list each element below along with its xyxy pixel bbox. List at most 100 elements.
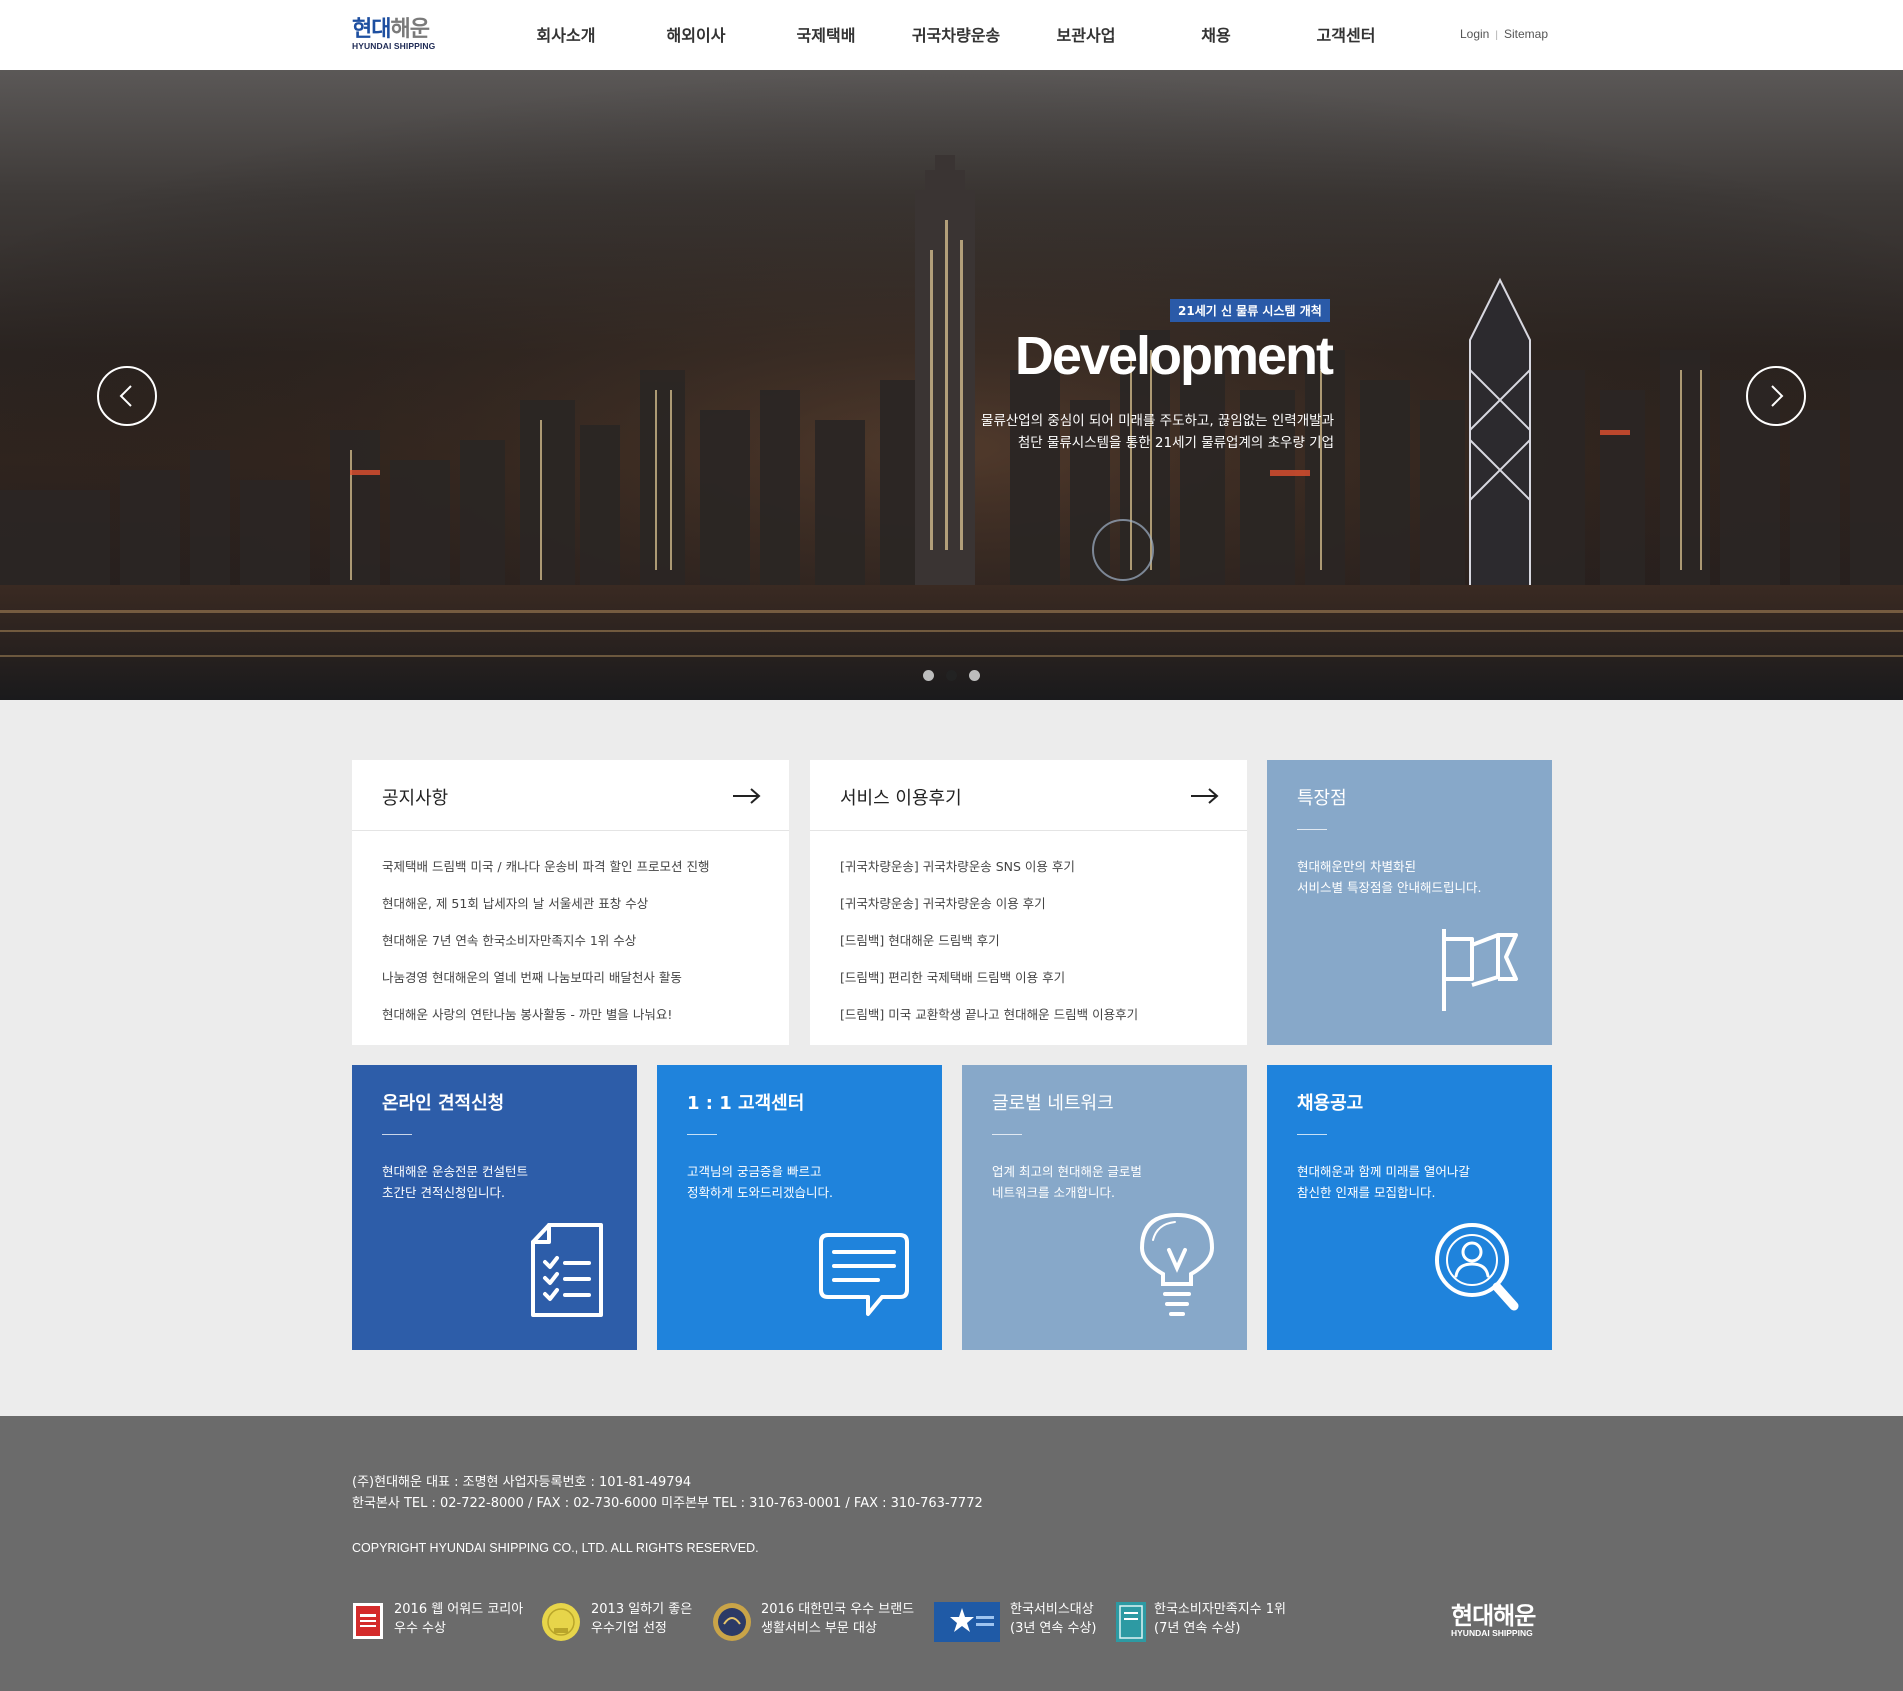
hero-title: Development <box>1014 326 1334 386</box>
company-info-line-2: 한국본사 TEL : 02-722-8000 / FAX : 02-730-60… <box>352 1496 983 1511</box>
award-line-2: 우수기업 선정 <box>591 1621 667 1636</box>
award-line-1: 2016 대한민국 우수 브랜드 <box>761 1602 915 1617</box>
network-tile[interactable]: 글로벌 네트워크 업계 최고의 현대해운 글로벌 네트워크를 소개합니다. <box>962 1065 1247 1350</box>
consumer-satisfaction-badge-icon <box>1116 1602 1146 1642</box>
award-text: 2013 일하기 좋은 우수기업 선정 <box>591 1600 692 1638</box>
network-desc: 업계 최고의 현대해운 글로벌 네트워크를 소개합니다. <box>992 1161 1142 1203</box>
nav-item-recruit[interactable]: 채용 <box>1201 22 1230 46</box>
award-line-1: 2013 일하기 좋은 <box>591 1602 693 1617</box>
logo-text-1: 현대 <box>352 17 391 42</box>
notice-item[interactable]: 현대해운 사랑의 연탄나눔 봉사활동 - 까만 별을 나눠요! <box>382 1004 709 1041</box>
site-header: 현대해운 HYUNDAI SHIPPING 회사소개 해외이사 국제택배 귀국차… <box>0 0 1903 70</box>
login-link[interactable]: Login <box>1460 27 1489 41</box>
arrow-right-icon[interactable] <box>1191 788 1219 804</box>
estimate-desc-line-2: 초간단 견적신청입니다. <box>382 1185 505 1200</box>
award-line-2: (3년 연속 수상) <box>1010 1621 1097 1636</box>
network-title: 글로벌 네트워크 <box>992 1093 1114 1114</box>
feature-desc-line-2: 서비스별 특장점을 안내해드립니다. <box>1297 880 1482 895</box>
recruit-desc-line-2: 참신한 인재를 모집합니다. <box>1297 1185 1436 1200</box>
support-desc-line-2: 정확하게 도와드리겠습니다. <box>687 1185 833 1200</box>
notice-item[interactable]: 국제택배 드림백 미국 / 캐나다 운송비 파격 할인 프로모션 진행 <box>382 856 709 893</box>
next-slide-button[interactable] <box>1746 366 1806 426</box>
support-tile[interactable]: 1 : 1 고객센터 고객님의 궁금증을 빠르고 정확하게 도와드리겠습니다. <box>657 1065 942 1350</box>
review-item[interactable]: [귀국차량운송] 귀국차량운송 이용 후기 <box>840 893 1138 930</box>
slide-dot-3[interactable] <box>969 670 980 681</box>
recruit-tile[interactable]: 채용공고 현대해운과 함께 미래를 열어나갈 참신한 인재를 모집합니다. <box>1267 1065 1552 1350</box>
award-text: 한국소비자만족지수 1위 (7년 연속 수상) <box>1154 1600 1286 1638</box>
great-workplace-badge-icon <box>542 1603 580 1641</box>
sitemap-link[interactable]: Sitemap <box>1504 27 1548 41</box>
nav-item-overseas-moving[interactable]: 해외이사 <box>667 22 726 46</box>
tile-divider <box>992 1134 1022 1135</box>
logo-english: HYUNDAI SHIPPING <box>352 41 436 51</box>
feature-tile[interactable]: 특장점 현대해운만의 차별화된 서비스별 특장점을 안내해드립니다. <box>1267 760 1552 1045</box>
recruit-title: 채용공고 <box>1297 1093 1364 1114</box>
utility-links: Login | Sitemap <box>1460 27 1548 41</box>
footer-logo-text-2: 해운 <box>1493 1602 1536 1630</box>
tile-divider <box>382 1134 412 1135</box>
slide-dot-2[interactable] <box>946 670 957 681</box>
tile-divider <box>1297 829 1327 830</box>
arrow-right-icon[interactable] <box>733 788 761 804</box>
company-info: (주)현대해운 대표 : 조명현 사업자등록번호 : 101-81-49794 … <box>352 1472 983 1514</box>
board-divider <box>810 830 1247 831</box>
notice-item[interactable]: 현대해운 7년 연속 한국소비자만족지수 1위 수상 <box>382 930 709 967</box>
recruit-desc: 현대해운과 함께 미래를 열어나갈 참신한 인재를 모집합니다. <box>1297 1161 1470 1203</box>
review-item[interactable]: [드림백] 현대해운 드림백 후기 <box>840 930 1138 967</box>
korea-service-badge-icon <box>934 1602 1000 1642</box>
nav-item-customer-center[interactable]: 고객센터 <box>1317 22 1376 46</box>
company-info-line-1: (주)현대해운 대표 : 조명현 사업자등록번호 : 101-81-49794 <box>352 1475 692 1490</box>
nav-item-company[interactable]: 회사소개 <box>537 22 596 46</box>
support-title: 1 : 1 고객센터 <box>687 1093 805 1114</box>
award-line-2: 생활서비스 부문 대상 <box>761 1621 877 1636</box>
hero-desc-line-1: 물류산업의 중심이 되어 미래를 주도하고, 끊임없는 인력개발과 <box>981 413 1334 429</box>
document-checklist-icon <box>531 1223 603 1317</box>
prev-slide-button[interactable] <box>97 366 157 426</box>
hero-slider: 21세기 신 물류 시스템 개척 Development 물류산업의 중심이 되… <box>0 70 1903 700</box>
award-text: 한국서비스대상 (3년 연속 수상) <box>1010 1600 1096 1638</box>
chevron-left-icon <box>119 385 132 407</box>
network-desc-line-2: 네트워크를 소개합니다. <box>992 1185 1115 1200</box>
feature-desc: 현대해운만의 차별화된 서비스별 특장점을 안내해드립니다. <box>1297 856 1481 898</box>
footer-logo[interactable]: 현대해운 HYUNDAI SHIPPING <box>1451 1602 1536 1638</box>
award-line-1: 한국서비스대상 <box>1010 1602 1094 1617</box>
review-item[interactable]: [귀국차량운송] 귀국차량운송 SNS 이용 후기 <box>840 856 1138 893</box>
notice-item[interactable]: 현대해운, 제 51회 납세자의 날 서울세관 표창 수상 <box>382 893 709 930</box>
flag-icon <box>1442 929 1518 1011</box>
review-item[interactable]: [드림백] 미국 교환학생 끝나고 현대해운 드림백 이용후기 <box>840 1004 1138 1041</box>
city-skyline-background <box>0 70 1903 700</box>
estimate-desc-line-1: 현대해운 운송전문 컨설턴트 <box>382 1164 528 1179</box>
util-divider: | <box>1495 30 1498 41</box>
footer-logo-text: 현대해운 <box>1451 1602 1536 1630</box>
review-item[interactable]: [드림백] 편리한 국제택배 드림백 이용 후기 <box>840 967 1138 1004</box>
support-desc-line-1: 고객님의 궁금증을 빠르고 <box>687 1164 822 1179</box>
hero-description: 물류산업의 중심이 되어 미래를 주도하고, 끊임없는 인력개발과 첨단 물류시… <box>981 410 1334 454</box>
nav-item-intl-parcel[interactable]: 국제택배 <box>797 22 856 46</box>
chat-bubble-icon <box>819 1233 909 1316</box>
network-desc-line-1: 업계 최고의 현대해운 글로벌 <box>992 1164 1142 1179</box>
award-line-2: 우수 수상 <box>394 1621 446 1636</box>
notice-list: 국제택배 드림백 미국 / 캐나다 운송비 파격 할인 프로모션 진행 현대해운… <box>382 856 709 1041</box>
review-list: [귀국차량운송] 귀국차량운송 SNS 이용 후기 [귀국차량운송] 귀국차량운… <box>840 856 1138 1041</box>
site-footer: (주)현대해운 대표 : 조명현 사업자등록번호 : 101-81-49794 … <box>0 1416 1903 1691</box>
review-title: 서비스 이용후기 <box>840 788 962 809</box>
slide-dot-1[interactable] <box>923 670 934 681</box>
tile-divider <box>1297 1134 1327 1135</box>
estimate-desc: 현대해운 운송전문 컨설턴트 초간단 견적신청입니다. <box>382 1161 528 1203</box>
copyright: COPYRIGHT HYUNDAI SHIPPING CO., LTD. ALL… <box>352 1541 759 1555</box>
notice-board: 공지사항 국제택배 드림백 미국 / 캐나다 운송비 파격 할인 프로모션 진행… <box>352 760 789 1045</box>
estimate-title: 온라인 견적신청 <box>382 1093 505 1114</box>
board-divider <box>352 830 789 831</box>
award-line-1: 한국소비자만족지수 1위 <box>1154 1602 1287 1617</box>
feature-title: 특장점 <box>1297 788 1347 809</box>
feature-desc-line-1: 현대해운만의 차별화된 <box>1297 859 1416 874</box>
nav-item-car-shipping[interactable]: 귀국차량운송 <box>912 22 1000 46</box>
notice-item[interactable]: 나눔경영 현대해운의 열네 번째 나눔보따리 배달천사 활동 <box>382 967 709 1004</box>
footer-logo-text-1: 현대 <box>1451 1602 1494 1630</box>
award-line-1: 2016 웹 어워드 코리아 <box>394 1602 524 1617</box>
nav-item-storage[interactable]: 보관사업 <box>1057 22 1116 46</box>
support-desc: 고객님의 궁금증을 빠르고 정확하게 도와드리겠습니다. <box>687 1161 833 1203</box>
estimate-tile[interactable]: 온라인 견적신청 현대해운 운송전문 컨설턴트 초간단 견적신청입니다. <box>352 1065 637 1350</box>
site-logo[interactable]: 현대해운 HYUNDAI SHIPPING <box>352 17 452 52</box>
review-board: 서비스 이용후기 [귀국차량운송] 귀국차량운송 SNS 이용 후기 [귀국차량… <box>810 760 1247 1045</box>
